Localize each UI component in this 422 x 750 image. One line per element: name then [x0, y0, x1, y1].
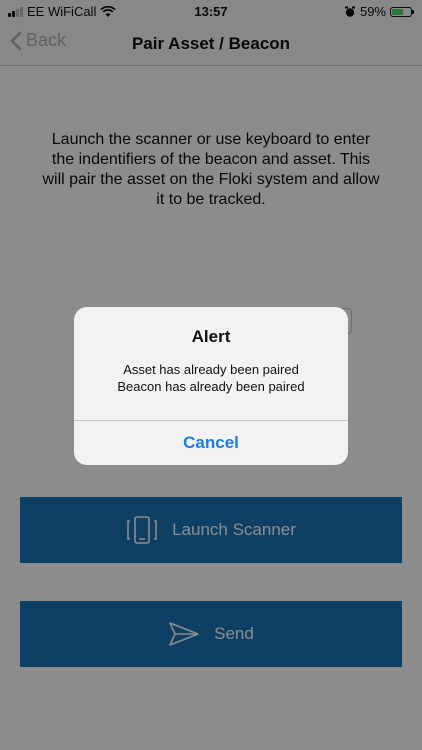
alert-title: Alert — [191, 327, 231, 346]
alert-message: Asset has already been paired Beacon has… — [74, 361, 348, 395]
alert-message-line-2: Beacon has already been paired — [117, 379, 305, 394]
alert-dialog: Alert Asset has already been paired Beac… — [74, 307, 348, 465]
alert-cancel-button[interactable]: Cancel — [74, 421, 348, 465]
alert-message-line-1: Asset has already been paired — [123, 362, 299, 377]
